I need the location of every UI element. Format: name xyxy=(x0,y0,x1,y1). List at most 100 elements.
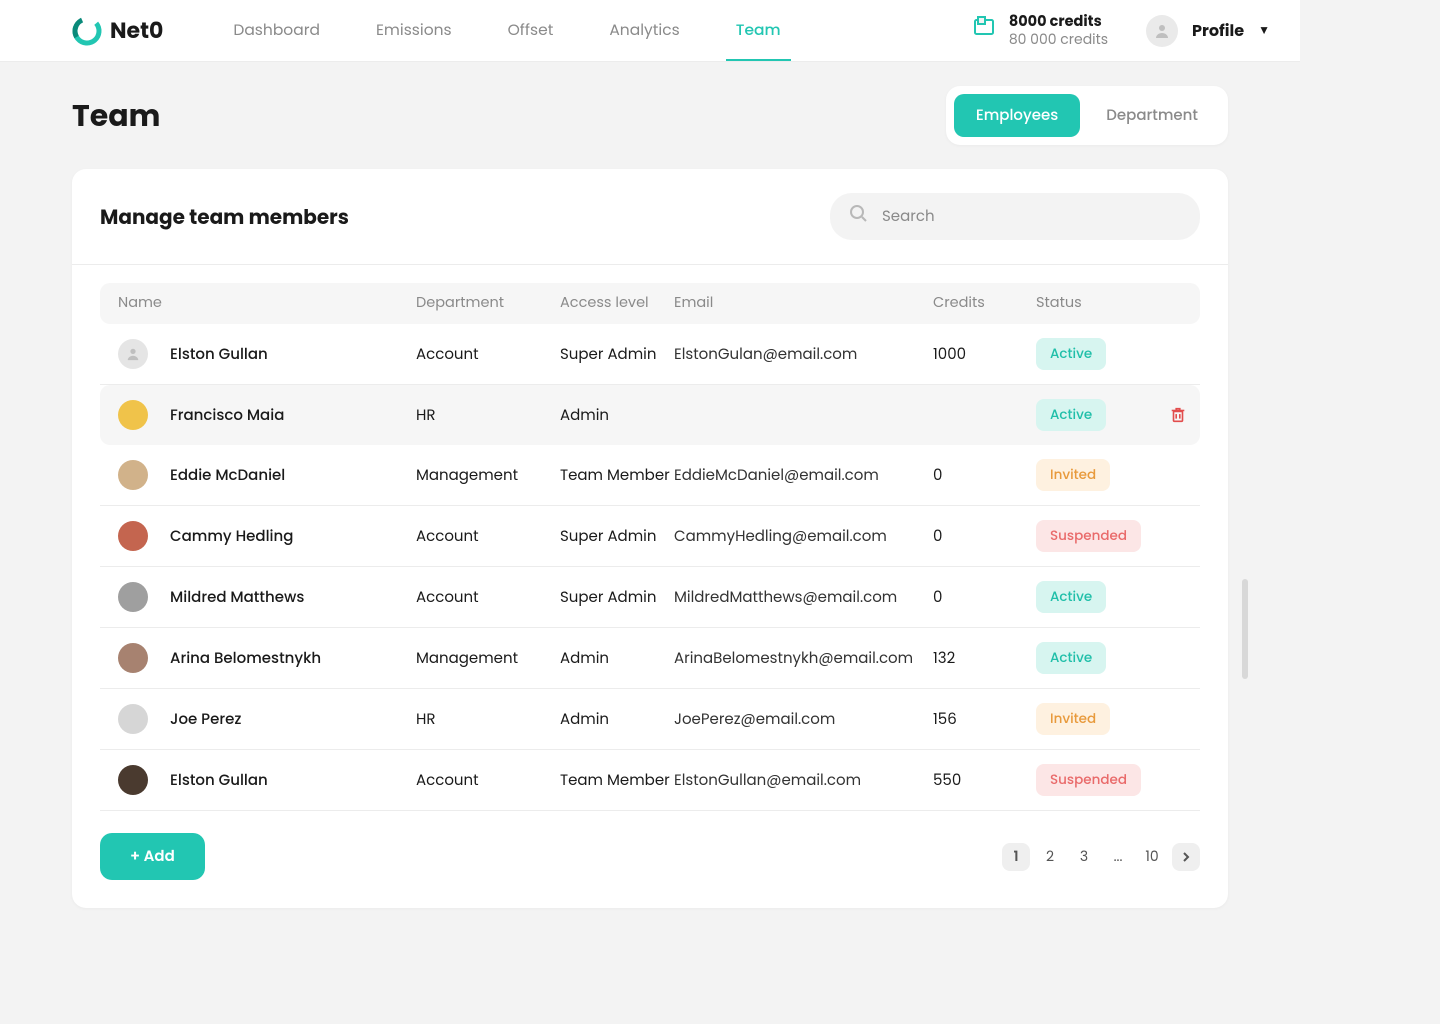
status-badge: Active xyxy=(1036,581,1106,613)
col-email: Email xyxy=(674,293,933,314)
nav-item-emissions[interactable]: Emissions xyxy=(376,0,452,61)
nav-item-dashboard[interactable]: Dashboard xyxy=(233,0,320,61)
nav-item-analytics[interactable]: Analytics xyxy=(609,0,679,61)
member-credits: 1000 xyxy=(933,343,1036,366)
col-department: Department xyxy=(416,293,560,314)
delete-button[interactable] xyxy=(1156,406,1200,424)
member-credits: 156 xyxy=(933,708,1036,731)
member-department: Management xyxy=(416,647,560,670)
member-name: Joe Perez xyxy=(170,708,241,731)
status-badge: Active xyxy=(1036,399,1106,431)
add-button[interactable]: + Add xyxy=(100,833,205,880)
page-3[interactable]: 3 xyxy=(1070,843,1098,871)
table-row[interactable]: Francisco MaiaHRAdminActive xyxy=(100,385,1200,445)
logo[interactable]: Net0 xyxy=(72,14,163,47)
avatar xyxy=(118,582,148,612)
member-name: Cammy Hedling xyxy=(170,525,293,548)
avatar-placeholder-icon xyxy=(118,339,148,369)
member-access: Admin xyxy=(560,647,674,670)
member-access: Super Admin xyxy=(560,586,674,609)
header: Net0 Dashboard Emissions Offset Analytics Te… xyxy=(0,0,1300,62)
search-icon xyxy=(848,203,868,230)
table-row[interactable]: Mildred Matthews AccountSuper AdminMildre… xyxy=(100,567,1200,628)
page-1[interactable]: 1 xyxy=(1002,843,1030,871)
member-credits: 132 xyxy=(933,647,1036,670)
member-credits: 0 xyxy=(933,525,1036,548)
col-status: Status xyxy=(1036,293,1156,314)
col-credits: Credits xyxy=(933,293,1036,314)
member-email: ElstonGulan@email.com xyxy=(674,343,933,366)
member-name: Mildred Matthews xyxy=(170,586,304,609)
table-row[interactable]: Elston Gullan AccountSuper AdminElstonGul… xyxy=(100,324,1200,385)
member-name: Elston Gullan xyxy=(170,343,268,366)
member-email: ArinaBelomestnykh@email.com xyxy=(674,647,933,670)
table-row[interactable]: Cammy Hedling AccountSuper AdminCammyHedl… xyxy=(100,506,1200,567)
table-header: Name Department Access level Email Credi… xyxy=(100,283,1200,324)
avatar-placeholder-icon xyxy=(1146,15,1178,47)
member-name: Arina Belomestnykh xyxy=(170,647,321,670)
table-row[interactable]: Joe Perez HRAdminJoePerez@email.com156Inv… xyxy=(100,689,1200,750)
status-badge: Invited xyxy=(1036,459,1110,491)
card-title: Manage team members xyxy=(100,202,830,232)
table-row[interactable]: Eddie McDaniel ManagementTeam MemberEddie… xyxy=(100,445,1200,506)
team-card: Manage team members Name Department Acce… xyxy=(72,169,1228,908)
tab-employees[interactable]: Employees xyxy=(954,94,1080,137)
col-name: Name xyxy=(100,293,416,314)
status-badge: Active xyxy=(1036,642,1106,674)
member-access: Admin xyxy=(560,404,674,427)
scrollbar[interactable] xyxy=(1242,579,1248,679)
avatar xyxy=(118,460,148,490)
member-access: Super Admin xyxy=(560,525,674,548)
member-access: Admin xyxy=(560,708,674,731)
view-segment: Employees Department xyxy=(946,86,1228,145)
page-10[interactable]: 10 xyxy=(1138,843,1166,871)
member-department: HR xyxy=(416,404,560,427)
member-email: MildredMatthews@email.com xyxy=(674,586,933,609)
member-credits: 0 xyxy=(933,586,1036,609)
member-access: Team Member xyxy=(560,769,674,792)
member-access: Team Member xyxy=(560,464,674,487)
profile-menu[interactable]: Profile ▼ xyxy=(1146,15,1270,47)
member-email: EddieMcDaniel@email.com xyxy=(674,464,933,487)
status-badge: Suspended xyxy=(1036,764,1141,796)
member-name: Elston Gullan xyxy=(170,769,268,792)
credits-sub: 80 000 credits xyxy=(1009,31,1108,49)
tab-department[interactable]: Department xyxy=(1084,94,1220,137)
page-ellipsis: ... xyxy=(1104,843,1132,871)
page-title: Team xyxy=(72,93,946,139)
member-access: Super Admin xyxy=(560,343,674,366)
col-access: Access level xyxy=(560,293,674,314)
member-department: Account xyxy=(416,525,560,548)
status-badge: Active xyxy=(1036,338,1106,370)
nav: Dashboard Emissions Offset Analytics Team xyxy=(233,0,780,61)
search-input[interactable] xyxy=(880,204,1182,229)
status-badge: Suspended xyxy=(1036,520,1141,552)
nav-item-team[interactable]: Team xyxy=(736,0,781,61)
member-department: Account xyxy=(416,343,560,366)
chevron-down-icon: ▼ xyxy=(1258,22,1270,40)
avatar xyxy=(118,400,148,430)
status-badge: Invited xyxy=(1036,703,1110,735)
search-box[interactable] xyxy=(830,193,1200,240)
member-email: ElstonGullan@email.com xyxy=(674,769,933,792)
table-row[interactable]: Elston Gullan AccountTeam MemberElstonGul… xyxy=(100,750,1200,811)
page-next[interactable] xyxy=(1172,843,1200,871)
member-credits: 550 xyxy=(933,769,1036,792)
credits-icon xyxy=(973,16,995,45)
member-department: Account xyxy=(416,769,560,792)
member-department: HR xyxy=(416,708,560,731)
nav-item-offset[interactable]: Offset xyxy=(508,0,554,61)
member-department: Management xyxy=(416,464,560,487)
member-email: JoePerez@email.com xyxy=(674,708,933,731)
member-name: Eddie McDaniel xyxy=(170,464,285,487)
avatar xyxy=(118,704,148,734)
logo-icon xyxy=(72,16,102,46)
page-2[interactable]: 2 xyxy=(1036,843,1064,871)
profile-label: Profile xyxy=(1192,18,1244,43)
logo-text: Net0 xyxy=(110,14,163,47)
table-row[interactable]: Arina Belomestnykh ManagementAdminArinaBe… xyxy=(100,628,1200,689)
member-email: CammyHedling@email.com xyxy=(674,525,933,548)
avatar xyxy=(118,765,148,795)
avatar xyxy=(118,643,148,673)
member-department: Account xyxy=(416,586,560,609)
